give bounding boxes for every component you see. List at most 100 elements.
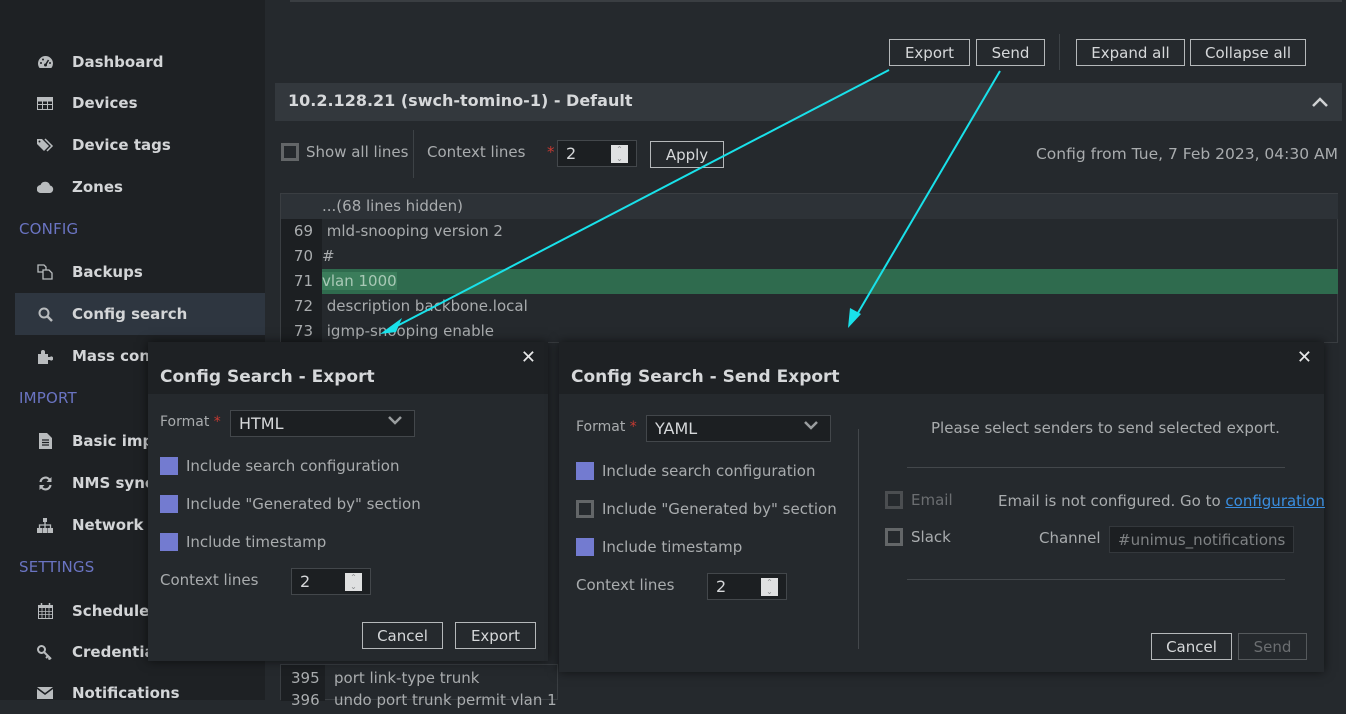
option-label: Include "Generated by" section (186, 495, 421, 513)
format-label: Format * (160, 414, 221, 430)
context-lines-value: 2 (300, 572, 311, 591)
option-label: Include timestamp (186, 533, 327, 551)
modal-header: Config Search - Export ✕ (148, 342, 548, 394)
configuration-link[interactable]: configuration (1225, 492, 1325, 510)
checkbox[interactable] (576, 462, 594, 480)
cancel-button[interactable]: Cancel (1151, 633, 1232, 660)
sidebar-item-label: Devices (72, 94, 138, 112)
option-label: Include search configuration (186, 457, 400, 475)
option-include-generated-by[interactable]: Include "Generated by" section (160, 495, 421, 513)
filter-divider (413, 130, 414, 178)
divider (290, 0, 1342, 2)
config-timestamp: Config from Tue, 7 Feb 2023, 04:30 AM (1035, 145, 1338, 163)
sidebar-item-notifications[interactable]: Notifications (15, 672, 265, 714)
line-number: 70 (293, 247, 313, 265)
format-select[interactable]: HTML (230, 410, 415, 437)
option-label: Include search configuration (602, 462, 816, 480)
sidebar-item-device-tags[interactable]: Device tags (15, 124, 265, 166)
dashboard-icon (35, 55, 55, 69)
sidebar-item-backups[interactable]: Backups (15, 251, 265, 293)
line-number: 69 (293, 222, 313, 240)
sitemap-icon (35, 517, 55, 533)
close-icon[interactable]: ✕ (1297, 347, 1312, 368)
line-number: 395 (291, 669, 320, 687)
spinner-icon[interactable]: ⌃ ⌄ (761, 578, 778, 596)
line-text: description backbone.local (322, 297, 528, 315)
line-number: 396 (291, 691, 320, 709)
code-line: ...(68 lines hidden) (281, 194, 1338, 219)
option-include-generated-by[interactable]: Include "Generated by" section (576, 500, 837, 518)
option-include-search-config[interactable]: Include search configuration (576, 462, 815, 480)
format-value: HTML (239, 414, 284, 433)
email-status: Email is not configured. Go to configura… (998, 492, 1325, 510)
show-all-lines-label: Show all lines (306, 143, 409, 161)
code-line-match: 71 vlan 1000 (281, 269, 1338, 294)
option-include-timestamp[interactable]: Include timestamp (160, 533, 326, 551)
format-label-text: Format (576, 419, 626, 435)
checkbox[interactable] (885, 491, 903, 509)
line-number: 71 (293, 272, 313, 290)
export-submit-button[interactable]: Export (455, 622, 536, 649)
checkbox[interactable] (160, 457, 178, 475)
sidebar-item-label: Dashboard (72, 53, 164, 71)
spinner-icon[interactable]: ⌃ ⌄ (611, 145, 628, 163)
line-text: vlan 1000 (322, 272, 397, 290)
context-lines-value: 2 (566, 144, 577, 163)
send-submit-button[interactable]: Send (1238, 633, 1307, 660)
context-lines-input[interactable]: 2 ⌃ ⌄ (557, 140, 637, 167)
device-title: 10.2.128.21 (swch-tomino-1) - Default (288, 91, 633, 110)
line-text: igmp-snooping enable (322, 322, 495, 340)
sidebar-item-devices[interactable]: Devices (15, 82, 265, 124)
checkbox[interactable] (885, 528, 903, 546)
sender-email[interactable]: Email (885, 491, 953, 509)
calendar-icon (35, 603, 55, 619)
line-text: mld-snooping version 2 (322, 222, 503, 240)
column-divider (858, 429, 859, 649)
option-label: Include "Generated by" section (602, 500, 837, 518)
checkbox[interactable] (576, 500, 594, 518)
chevron-up-icon[interactable] (1312, 91, 1328, 112)
option-include-search-config[interactable]: Include search configuration (160, 457, 399, 475)
sender-slack[interactable]: Slack (885, 528, 951, 546)
divider (907, 467, 1285, 468)
toolbar-divider (1059, 34, 1060, 70)
sidebar-item-label: NMS sync (72, 474, 154, 492)
sidebar-item-label: Device tags (72, 136, 171, 154)
format-select[interactable]: YAML (646, 415, 831, 442)
spinner-icon[interactable]: ⌃ ⌄ (345, 573, 362, 591)
context-lines-input[interactable]: 2 ⌃ ⌄ (291, 568, 371, 595)
checkbox[interactable] (576, 538, 594, 556)
checkbox[interactable] (160, 495, 178, 513)
puzzle-icon (35, 349, 55, 364)
sidebar-item-zones[interactable]: Zones (15, 166, 265, 208)
email-status-text: Email is not configured. Go to (998, 492, 1226, 510)
sidebar-item-label: Config search (72, 305, 188, 323)
sidebar-item-config-search[interactable]: Config search (15, 293, 265, 335)
cloud-icon (35, 181, 55, 193)
search-icon (35, 307, 55, 322)
slack-channel-input[interactable]: #unimus_notifications (1109, 526, 1294, 553)
expand-all-button[interactable]: Expand all (1076, 39, 1185, 66)
sender-label: Slack (911, 528, 951, 546)
divider (907, 579, 1285, 580)
collapse-all-button[interactable]: Collapse all (1190, 39, 1306, 66)
sidebar-item-dashboard[interactable]: Dashboard (15, 41, 265, 83)
context-lines-input[interactable]: 2 ⌃ ⌄ (707, 573, 787, 600)
close-icon[interactable]: ✕ (521, 347, 536, 368)
line-number: 73 (293, 322, 313, 340)
export-button[interactable]: Export (889, 39, 970, 66)
sender-label: Email (911, 491, 953, 509)
sidebar-item-label: Schedules (72, 602, 159, 620)
device-panel-header[interactable]: 10.2.128.21 (swch-tomino-1) - Default (275, 83, 1342, 121)
required-asterisk: * (547, 143, 555, 161)
line-number: 72 (293, 297, 313, 315)
envelope-icon (35, 687, 55, 699)
code-view-secondary: 395 port link-type trunk 396 undo port t… (280, 664, 558, 709)
cancel-button[interactable]: Cancel (362, 622, 443, 649)
apply-button[interactable]: Apply (650, 141, 724, 168)
config-code-view: ...(68 lines hidden) 69 mld-snooping vers… (280, 193, 1338, 343)
option-include-timestamp[interactable]: Include timestamp (576, 538, 742, 556)
send-button[interactable]: Send (976, 39, 1045, 66)
checkbox[interactable] (160, 533, 178, 551)
show-all-lines-checkbox[interactable] (281, 143, 299, 161)
